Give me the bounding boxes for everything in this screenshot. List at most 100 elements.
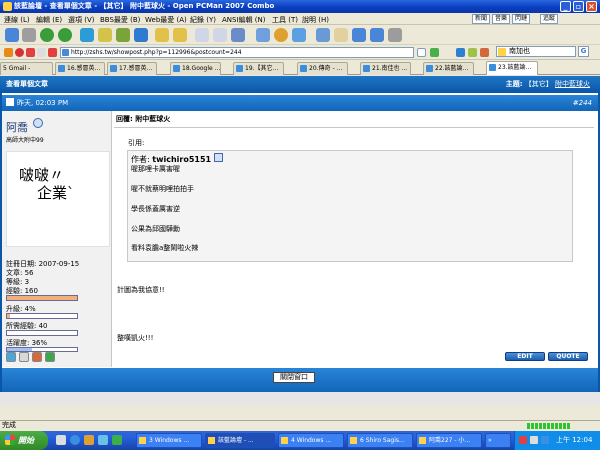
tray-antivirus-icon[interactable] (519, 436, 527, 444)
search-icon (498, 48, 506, 56)
tab-18[interactable]: 18.Google ... (170, 62, 221, 75)
refresh-icon[interactable] (116, 28, 130, 42)
music-tab[interactable]: 音樂 (492, 14, 511, 24)
google-icon[interactable]: G (578, 46, 589, 57)
user-icon[interactable] (370, 28, 384, 42)
search-input[interactable]: 南加也 (496, 46, 576, 57)
image-icon[interactable] (316, 28, 330, 42)
menu-tools[interactable]: 工具 (T) (272, 15, 298, 25)
disconnect-icon[interactable] (22, 28, 36, 42)
quote-line: 看料袁膽a整鬧啦火辣 (131, 244, 199, 252)
news-tab[interactable]: 新聞 (472, 14, 491, 24)
profile-icon[interactable] (6, 352, 16, 362)
search-engine-icon[interactable] (456, 48, 465, 57)
go-icon[interactable] (430, 48, 439, 57)
tab-22[interactable]: 22.該藍論... (423, 62, 474, 75)
menu-bbs-favorites[interactable]: BBS最愛 (B) (100, 15, 140, 25)
thread-link[interactable]: 附中藍球火 (555, 80, 590, 88)
tab-21[interactable]: 21.南佳也 ... (360, 62, 411, 75)
taskbar-overflow-button[interactable]: » (485, 433, 511, 448)
taskbar-button[interactable]: 阿喬227 - 小... (416, 433, 482, 448)
clock: 上午 12:04 (556, 436, 593, 444)
menu-help[interactable]: 說明 (H) (302, 15, 329, 25)
menu-ansi-edit[interactable]: ANSI編輯 (N) (222, 15, 265, 25)
quicklaunch-icon[interactable] (112, 435, 122, 445)
help-icon[interactable] (388, 28, 402, 42)
tab-favicon (173, 65, 180, 72)
view-icon[interactable] (231, 28, 245, 42)
taskbar-button-active[interactable]: 該藍論壇 - ... (205, 433, 275, 448)
homepage-icon[interactable] (32, 352, 42, 362)
minimize-button[interactable]: _ (560, 1, 571, 12)
avatar-text-line-2: 企業ˋ (37, 184, 75, 202)
menu-web-favorites[interactable]: Web最愛 (A) (145, 15, 187, 25)
quote-line: 學長係蓋厲害逆 (131, 205, 180, 213)
username[interactable]: 阿喬 (6, 119, 28, 135)
text-icon[interactable] (292, 28, 306, 42)
favorite-icon[interactable] (37, 48, 46, 57)
post-date-bar: 昨天, 02:03 PM #244 (2, 95, 598, 111)
tab-gmail[interactable]: 5 Gmail - (0, 62, 53, 75)
messenger-icon (419, 437, 426, 444)
tab-favicon (110, 65, 117, 72)
taskbar-button[interactable]: 3 Windows ... (136, 433, 202, 448)
address-dropdown-icon[interactable] (417, 48, 426, 57)
start-button[interactable]: 開始 (0, 431, 48, 450)
quote-button[interactable]: QUOTE (548, 352, 588, 361)
tab-23-active[interactable]: 23.該藍論... (486, 61, 538, 75)
favorites-icon[interactable] (155, 28, 169, 42)
close-window-button[interactable]: 關閉窗口 (273, 372, 315, 383)
post-number[interactable]: #244 (573, 95, 592, 111)
home-icon[interactable] (134, 28, 148, 42)
address-input[interactable]: http://zshs.tw/showpost.php?p=112996&pos… (60, 47, 414, 58)
tray-volume-icon[interactable] (541, 436, 549, 444)
tool-icon[interactable] (480, 48, 489, 57)
forward-icon[interactable] (58, 28, 72, 42)
upgrade-bar-fill (7, 314, 10, 318)
taskbar-button[interactable]: 4 Windows ... (278, 433, 344, 448)
view-post-icon[interactable] (214, 153, 223, 162)
edit-icon[interactable] (334, 28, 348, 42)
search-posts-icon[interactable] (45, 352, 55, 362)
menu-options[interactable]: 選項 (V) (68, 15, 94, 25)
tab-20[interactable]: 20.傳奇 - ... (297, 62, 348, 75)
folder-icon (281, 437, 288, 444)
flash-link-tab[interactable]: 閃鏈 (512, 14, 531, 24)
tab-16[interactable]: 16.感冒英... (55, 62, 105, 75)
gear-icon[interactable] (274, 28, 288, 42)
media-icon[interactable] (84, 435, 94, 445)
back-icon[interactable] (40, 28, 54, 42)
menu-history[interactable]: 紀錄 (Y) (190, 15, 216, 25)
maximize-button[interactable]: ▫ (573, 1, 584, 12)
new-tab-icon[interactable] (80, 28, 94, 42)
stop-icon[interactable] (15, 48, 24, 57)
mail-icon[interactable] (26, 48, 35, 57)
edit-button[interactable]: EDIT (505, 352, 545, 361)
quote-box: 作者: twichiro5151 喔那哩卡厲害喔 喔不就蔡明哩拍拍手 學長係蓋厲… (127, 150, 573, 262)
paste-icon[interactable] (213, 28, 227, 42)
star-icon[interactable] (173, 28, 187, 42)
connect-icon[interactable] (5, 28, 19, 42)
copy-icon[interactable] (195, 28, 209, 42)
folder-icon[interactable] (98, 28, 112, 42)
messenger-icon[interactable] (98, 435, 108, 445)
quote-line: 喔那哩卡厲害喔 (131, 165, 180, 173)
menu-connect[interactable]: 連線 (L) (4, 15, 30, 25)
rss-icon[interactable] (4, 48, 13, 57)
menu-edit[interactable]: 編輯 (E) (36, 15, 62, 25)
block-icon[interactable] (48, 48, 57, 57)
tab-19[interactable]: 19.【其它... (233, 62, 284, 75)
web-icon[interactable] (352, 28, 366, 42)
taskbar-button[interactable]: 6 Shiro Sagis... (347, 433, 413, 448)
ie-icon[interactable] (70, 435, 80, 445)
upgrade-bar (6, 313, 78, 319)
translate-icon[interactable] (468, 48, 477, 57)
show-desktop-icon[interactable] (56, 435, 66, 445)
settings-icon[interactable] (256, 28, 270, 42)
tracking-dropdown[interactable]: 追蹤 (540, 14, 559, 24)
tab-17[interactable]: 17.感冒英... (107, 62, 157, 75)
avatar: 啵啵〃 企業ˋ (6, 151, 110, 247)
close-button[interactable]: × (586, 1, 597, 12)
message-icon[interactable] (19, 352, 29, 362)
tray-network-icon[interactable] (530, 436, 538, 444)
